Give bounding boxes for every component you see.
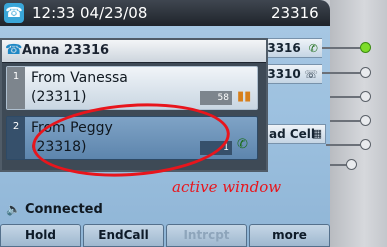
endcall-softkey[interactable]: EndCall bbox=[83, 224, 164, 247]
line-key-5[interactable] bbox=[360, 139, 371, 150]
line-key-connector bbox=[326, 144, 360, 146]
phone-display: ☎ 12:33 04/23/08 23316 23316 ✆ 23310 ☏ a… bbox=[0, 0, 330, 247]
line-key-1[interactable] bbox=[360, 42, 371, 53]
line-key-connector bbox=[330, 96, 360, 98]
call-caller: From Vanessa bbox=[31, 70, 128, 86]
call-window-title: Anna 23316 bbox=[22, 43, 110, 58]
call-status: 🔈 Connected bbox=[6, 202, 103, 217]
hold-icon: ▮▮ bbox=[237, 89, 252, 104]
line-key-3[interactable] bbox=[360, 91, 371, 102]
line-key-6[interactable] bbox=[346, 159, 357, 170]
annotation-label: active window bbox=[172, 178, 282, 196]
speaker-icon: 🔈 bbox=[6, 202, 21, 216]
line-key-4[interactable] bbox=[360, 115, 371, 126]
phone-icon: ☎ bbox=[4, 3, 24, 23]
intercept-softkey[interactable]: Intrcpt bbox=[166, 224, 247, 247]
more-softkey[interactable]: more bbox=[249, 224, 330, 247]
line-key-connector bbox=[322, 72, 360, 74]
ip-phone: ☎ 12:33 04/23/08 23316 23316 ✆ 23310 ☏ a… bbox=[0, 0, 387, 247]
datetime: 12:33 04/23/08 bbox=[32, 4, 148, 22]
call-window-header: ☎ Anna 23316 bbox=[2, 40, 266, 63]
softkey-bar: Hold EndCall Intrcpt more bbox=[0, 224, 330, 247]
line-3-label[interactable]: ad Cell ▦ bbox=[264, 124, 326, 144]
call-index: 2 bbox=[7, 117, 25, 159]
phone-active-icon: ✆ bbox=[308, 42, 318, 55]
phone-idle-icon: ☏ bbox=[304, 68, 318, 81]
line-key-connector bbox=[330, 120, 360, 122]
extension-number: 23316 bbox=[271, 4, 319, 22]
line-key-2[interactable] bbox=[360, 67, 371, 78]
call-index: 1 bbox=[7, 67, 25, 109]
keypad-icon: ▦ bbox=[311, 127, 322, 140]
hold-softkey[interactable]: Hold bbox=[0, 224, 81, 247]
phone-icon: ☎ bbox=[5, 42, 23, 58]
line-3-text: ad Cell bbox=[269, 127, 316, 141]
call-number: (23311) bbox=[31, 89, 87, 105]
line-key-connector bbox=[322, 47, 360, 49]
phone-bezel bbox=[330, 0, 387, 247]
call-duration: 58 bbox=[200, 91, 232, 105]
active-call-icon: ✆ bbox=[237, 137, 248, 152]
call-status-text: Connected bbox=[24, 202, 103, 217]
status-bar: ☎ 12:33 04/23/08 23316 bbox=[0, 0, 330, 26]
